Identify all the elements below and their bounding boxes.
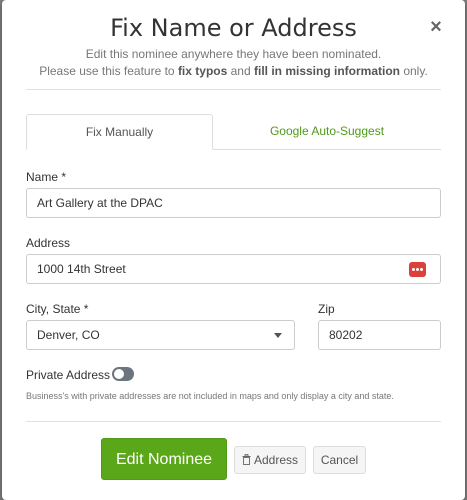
- subtitle-text: only.: [400, 64, 428, 78]
- subtitle-bold-fix-typos: fix typos: [177, 64, 228, 78]
- footer-divider: [26, 421, 441, 422]
- private-address-label: Private Address: [26, 368, 111, 382]
- subtitle-bold-fill-missing: fill in missing information: [253, 64, 400, 78]
- subtitle-line-2: Please use this feature to fix typos and…: [2, 63, 465, 80]
- more-dots-icon[interactable]: [409, 262, 426, 277]
- subtitle-text: and: [227, 64, 254, 78]
- name-label: Name *: [26, 170, 67, 184]
- subtitle-line-1: Edit this nominee anywhere they have bee…: [85, 47, 382, 61]
- city-state-label: City, State *: [26, 302, 89, 316]
- subtitle-text: Please use this feature to: [39, 64, 178, 78]
- city-state-value: Denver, CO: [37, 328, 100, 342]
- address-field[interactable]: 1000 14th Street: [26, 254, 441, 284]
- close-icon[interactable]: ×: [427, 17, 445, 37]
- private-address-help: Business's with private addresses are no…: [26, 391, 394, 401]
- tab-fix-manually[interactable]: Fix Manually: [26, 114, 213, 150]
- address-label: Address: [26, 236, 71, 250]
- trash-icon: [242, 454, 251, 466]
- edit-nominee-button[interactable]: Edit Nominee: [101, 438, 227, 480]
- address-button-label: Address: [253, 453, 299, 467]
- fix-name-address-modal: Fix Name or Address × Edit this nominee …: [2, 0, 465, 500]
- toggle-knob: [114, 369, 124, 379]
- dropdown-caret-icon: [274, 333, 282, 338]
- zip-field[interactable]: 80202: [318, 320, 441, 350]
- name-field[interactable]: Art Gallery at the DPAC: [26, 188, 441, 218]
- delete-address-button[interactable]: Address: [234, 446, 306, 474]
- zip-label: Zip: [318, 302, 335, 316]
- city-state-select[interactable]: Denver, CO: [26, 320, 295, 350]
- header-divider: [26, 89, 441, 90]
- private-address-toggle[interactable]: [112, 367, 134, 381]
- tab-google-auto-suggest[interactable]: Google Auto-Suggest: [213, 114, 441, 150]
- modal-subtitle: Edit this nominee anywhere they have bee…: [2, 46, 465, 80]
- cancel-button[interactable]: Cancel: [313, 446, 366, 474]
- modal-title: Fix Name or Address: [110, 14, 357, 42]
- tab-bar: Fix Manually Google Auto-Suggest: [26, 114, 441, 150]
- address-value: 1000 14th Street: [37, 262, 126, 276]
